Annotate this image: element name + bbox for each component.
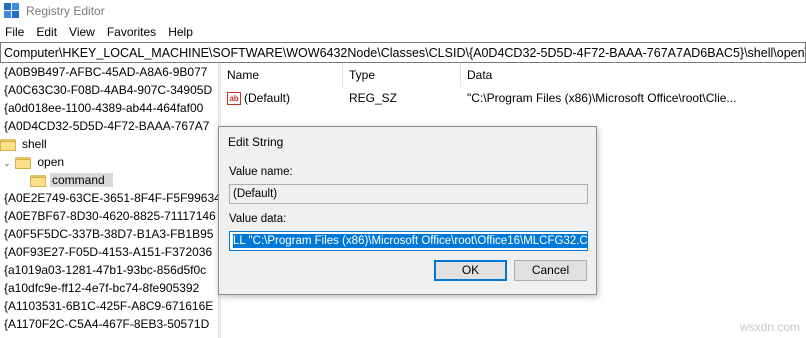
menu-favorites[interactable]: Favorites [101,25,162,39]
tree-item[interactable]: {A0E7BF67-8D30-4620-8825-71117146 [2,207,218,225]
folder-icon [0,138,16,152]
tree-item-label-selected: command [50,173,113,187]
tree-item-label: {A0D4CD32-5D5D-4F72-BAAA-767A7 [4,119,210,133]
value-data: "C:\Program Files (x86)\Microsoft Office… [467,91,737,105]
registry-editor-icon [4,3,20,19]
value-data-input[interactable]: LL "C:\Program Files (x86)\Microsoft Off… [229,231,588,251]
tree-item[interactable]: {A0E2E749-63CE-3651-8F4F-F5F99634 [2,189,218,207]
window-title: Registry Editor [26,4,105,18]
tree-item[interactable]: {A1170F2C-C5A4-467F-8EB3-50571D [2,315,211,333]
watermark: wsxdn.com [739,320,800,334]
value-name-field[interactable]: (Default) [229,184,588,204]
tree-item-label: {A0B9B497-AFBC-45AD-A8A6-9B077 [4,65,208,79]
tree-item-shell[interactable]: shell [0,135,49,153]
dialog-body: Value name: (Default) Value data: LL "C:… [220,155,595,293]
tree-item-label: {A0C63C30-F08D-4AB4-907C-34905D [4,83,213,97]
value-data-selection: LL "C:\Program Files (x86)\Microsoft Off… [233,234,587,248]
dialog-title: Edit String [228,135,284,149]
tree-item[interactable]: {A0F93E27-F05D-4153-A151-F372036 [2,243,214,261]
menu-help[interactable]: Help [162,25,199,39]
tree-item-label: shell [22,137,47,151]
tree-item-label: {A1170F2C-C5A4-467F-8EB3-50571D [4,317,210,331]
value-type: REG_SZ [349,91,398,105]
folder-icon [15,156,32,170]
tree-item-open[interactable]: ⌄ open [2,153,66,171]
tree-item[interactable]: {a10dfc9e-ff12-4e7f-bc74-8fe905392 [2,279,201,297]
folder-icon [30,174,46,188]
value-name: (Default) [244,91,291,105]
tree-item[interactable]: {A0F5F5DC-337B-38D7-B1A3-FB1B95 [2,225,215,243]
ok-button[interactable]: OK [434,260,507,281]
column-header-name[interactable]: Name [221,63,343,87]
key-tree: {A0B9B497-AFBC-45AD-A8A6-9B077 {A0C63C30… [0,63,218,338]
tree-item-label: {a1019a03-1281-47b1-93bc-856d5f0c [4,263,207,277]
string-value-icon: ab [227,92,241,106]
address-bar[interactable]: Computer\HKEY_LOCAL_MACHINE\SOFTWARE\WOW… [0,42,806,63]
tree-item-label: {A1103531-6B1C-425F-A8C9-671616E [4,299,214,313]
chevron-down-icon[interactable]: ⌄ [2,154,12,172]
tree-item[interactable]: {a0d018ee-1100-4389-ab44-464faf00 [2,99,205,117]
tree-item-label: {A0F5F5DC-337B-38D7-B1A3-FB1B95 [4,227,214,241]
tree-item-label: {A0F93E27-F05D-4153-A151-F372036 [4,245,213,259]
menu-file[interactable]: File [0,25,30,39]
tree-item-command[interactable]: command [30,171,113,189]
title-bar: Registry Editor [0,0,806,22]
menu-edit[interactable]: Edit [30,25,63,39]
tree-item[interactable]: {A0B9B497-AFBC-45AD-A8A6-9B077 [2,63,209,81]
tree-item-label: {a0d018ee-1100-4389-ab44-464faf00 [4,101,204,115]
tree-item-label: {A0E7BF67-8D30-4620-8825-71117146 [4,209,216,223]
edit-string-dialog: Edit String Value name: (Default) Value … [218,126,597,295]
tree-item-label: {a10dfc9e-ff12-4e7f-bc74-8fe905392 [4,281,200,295]
tree-item-label: {A0E2E749-63CE-3651-8F4F-F5F99634 [4,191,218,205]
menu-view[interactable]: View [63,25,101,39]
column-header-type[interactable]: Type [343,63,461,87]
tree-item[interactable]: {A1103531-6B1C-425F-A8C9-671616E [2,297,215,315]
tree-item-label: open [37,155,65,169]
tree-item[interactable]: {a1019a03-1281-47b1-93bc-856d5f0c [2,261,208,279]
value-row[interactable]: ab (Default) [227,89,290,107]
tree-item[interactable]: {A0C63C30-F08D-4AB4-907C-34905D [2,81,214,99]
cancel-button[interactable]: Cancel [514,260,587,281]
value-name-label: Value name: [229,166,293,178]
value-data-label: Value data: [229,213,287,225]
tree-item[interactable]: {A0D4CD32-5D5D-4F72-BAAA-767A7 [2,117,211,135]
column-header-data[interactable]: Data [461,63,806,87]
menu-bar: File Edit View Favorites Help [0,22,806,42]
